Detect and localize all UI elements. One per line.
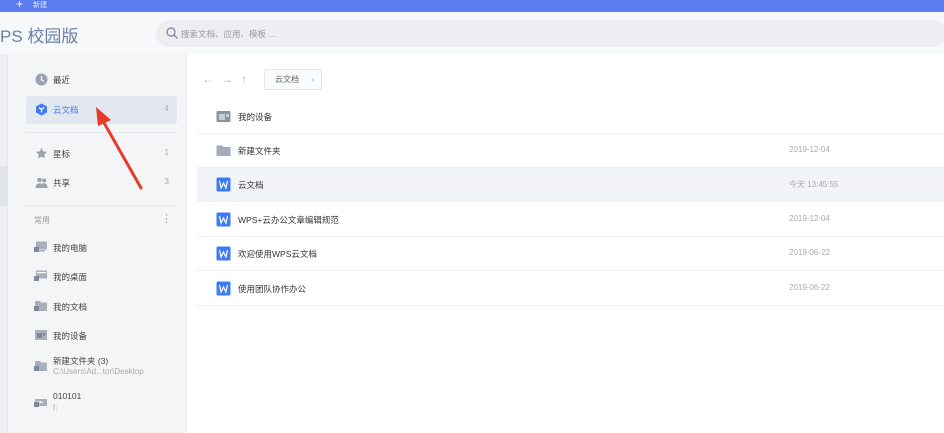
computer-icon	[34, 241, 47, 252]
plus-icon[interactable]: +	[16, 0, 23, 11]
sidebar-item-path: C:\Users\Ad...tor\Desktop	[53, 367, 144, 376]
file-date: 2019-12-04	[789, 145, 830, 154]
drive-icon	[34, 399, 47, 407]
sidebar-item-label: 星标	[53, 149, 71, 159]
app-brand: PS 校园版	[0, 27, 79, 46]
breadcrumb[interactable]: 云文档 ›	[264, 69, 322, 90]
word-doc-icon	[216, 212, 231, 227]
file-row[interactable]: 欢迎使用WPS云文档 2019-06-22	[197, 237, 944, 271]
file-row[interactable]: 新建文件夹 2019-12-04	[197, 134, 944, 168]
clock-icon	[35, 73, 48, 86]
strip-marker	[0, 166, 8, 206]
new-button-label[interactable]: 新建	[33, 0, 47, 10]
sidebar-item-new-folder-3[interactable]: 新建文件夹 (3) C:\Users\Ad...tor\Desktop	[26, 352, 177, 380]
search-box[interactable]	[156, 20, 944, 47]
left-strip	[0, 54, 8, 433]
search-icon	[166, 27, 179, 40]
file-row[interactable]: 我的设备	[197, 100, 944, 134]
word-doc-icon	[216, 177, 231, 192]
sidebar-item-label: 010101	[53, 391, 82, 401]
folder-shortcut-icon	[34, 361, 47, 371]
sidebar-item-count: 3	[164, 177, 169, 186]
section-label-frequent: 常用	[34, 216, 50, 225]
main-panel: ← → ↑ 云文档 › 我的设备 新建文件夹 2019-12-04 云文档 今天…	[186, 54, 944, 433]
sidebar-item-recent[interactable]: 最近	[26, 66, 177, 94]
cloud-doc-icon	[36, 103, 47, 116]
path-bar: ← → ↑ 云文档 ›	[187, 66, 944, 94]
star-icon	[35, 147, 48, 159]
file-name: 新建文件夹	[238, 146, 281, 156]
share-icon	[35, 177, 48, 188]
sidebar-item-label: 我的设备	[53, 331, 88, 341]
file-date: 2019-06-22	[789, 283, 830, 292]
sidebar-divider	[26, 205, 177, 206]
sidebar-item-label: 最近	[53, 75, 71, 85]
header: PS 校园版	[0, 12, 944, 54]
word-doc-icon	[216, 281, 231, 296]
sidebar-item-count: 1	[164, 148, 169, 157]
breadcrumb-item[interactable]: 云文档	[275, 75, 299, 84]
sidebar-item-starred[interactable]: 星标 1	[26, 140, 177, 168]
search-input[interactable]	[181, 20, 581, 47]
more-vertical-icon[interactable]: ⋮	[161, 212, 172, 225]
sidebar-item-label: 新建文件夹 (3)	[53, 356, 109, 366]
desktop-icon	[34, 270, 47, 281]
sidebar-item-label: 我的电脑	[53, 243, 88, 253]
sidebar-item-label: 云文档	[53, 105, 79, 115]
device-icon	[35, 330, 47, 340]
up-arrow-icon[interactable]: ↑	[241, 72, 247, 86]
back-arrow-icon[interactable]: ←	[202, 72, 214, 86]
sidebar-item-my-device[interactable]: 我的设备	[26, 321, 177, 349]
file-row[interactable]: WPS+云办公文章编辑规范 2019-12-04	[197, 203, 944, 237]
file-row[interactable]: 云文档 今天 13:45:55	[197, 168, 944, 202]
file-date: 2019-12-04	[789, 214, 830, 223]
sidebar: 最近 云文档 4 星标 1 共享 3 常用 ⋮ 我的电脑 我的桌面 我的文档 我…	[8, 54, 186, 433]
word-doc-icon	[216, 246, 231, 261]
file-date: 2019-06-22	[789, 248, 830, 257]
sidebar-item-label: 共享	[53, 178, 71, 188]
top-bar: + 新建	[0, 0, 944, 12]
file-name: 使用团队协作办公	[238, 284, 307, 294]
file-name: 欢迎使用WPS云文档	[238, 249, 317, 259]
file-name: WPS+云办公文章编辑规范	[238, 215, 339, 225]
sidebar-item-label: 我的桌面	[53, 272, 88, 282]
forward-arrow-icon[interactable]: →	[221, 72, 233, 86]
sidebar-item-label: 我的文档	[53, 302, 88, 312]
file-name: 我的设备	[238, 112, 273, 122]
file-date: 今天 13:45:55	[789, 180, 839, 189]
sidebar-item-count: 4	[164, 104, 169, 113]
sidebar-item-cloud-docs[interactable]: 云文档 4	[26, 96, 177, 124]
sidebar-item-my-documents[interactable]: 我的文档	[26, 292, 177, 320]
documents-icon	[34, 301, 47, 311]
folder-icon	[216, 145, 231, 156]
sidebar-item-drive-010101[interactable]: 010101 I:	[26, 388, 177, 416]
sidebar-item-my-computer[interactable]: 我的电脑	[26, 233, 177, 261]
sidebar-item-my-desktop[interactable]: 我的桌面	[26, 262, 177, 290]
file-name: 云文档	[238, 180, 264, 190]
sidebar-divider	[26, 132, 177, 133]
sidebar-item-shared[interactable]: 共享 3	[26, 169, 177, 197]
chevron-right-icon: ›	[311, 75, 314, 84]
sidebar-item-path: I:	[53, 403, 58, 412]
file-row[interactable]: 使用团队协作办公 2019-06-22	[197, 272, 944, 306]
device-icon	[216, 111, 231, 122]
